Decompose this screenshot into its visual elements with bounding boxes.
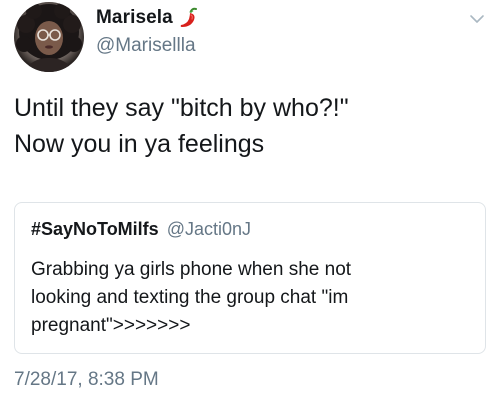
author-display-name[interactable]: Marisela: [96, 7, 173, 29]
quoted-tweet-text-line: looking and texting the group chat "im: [31, 287, 349, 308]
quoted-tweet-handle: @Jacti0nJ: [166, 219, 252, 239]
tweet-text: Until they say "bitch by who?!" Now you …: [14, 90, 484, 162]
tweet-card: Marisela @Marisellla Until they say "bit…: [0, 0, 500, 405]
avatar-image: [16, 3, 82, 72]
quoted-tweet[interactable]: #SayNoToMilfs @Jacti0nJ Grabbing ya girl…: [14, 202, 486, 354]
tweet-text-line: Now you in ya feelings: [14, 130, 265, 158]
hot-pepper-icon: [180, 7, 197, 27]
quoted-tweet-text: Grabbing ya girls phone when she not loo…: [31, 256, 471, 340]
avatar[interactable]: [14, 2, 84, 72]
quoted-tweet-display-name: #SayNoToMilfs: [31, 219, 159, 239]
quoted-tweet-text-line: Grabbing ya girls phone when she not: [31, 259, 352, 280]
chevron-down-icon[interactable]: [468, 12, 486, 26]
tweet-text-line: Until they say "bitch by who?!": [14, 94, 349, 122]
author-name-row: Marisela: [96, 7, 199, 29]
quoted-tweet-text-line: pregnant">>>>>>>: [31, 315, 191, 336]
tweet-timestamp[interactable]: 7/28/17, 8:38 PM: [14, 369, 159, 391]
quoted-tweet-header: #SayNoToMilfs @Jacti0nJ: [31, 219, 251, 240]
author-handle[interactable]: @Marisellla: [96, 35, 196, 57]
